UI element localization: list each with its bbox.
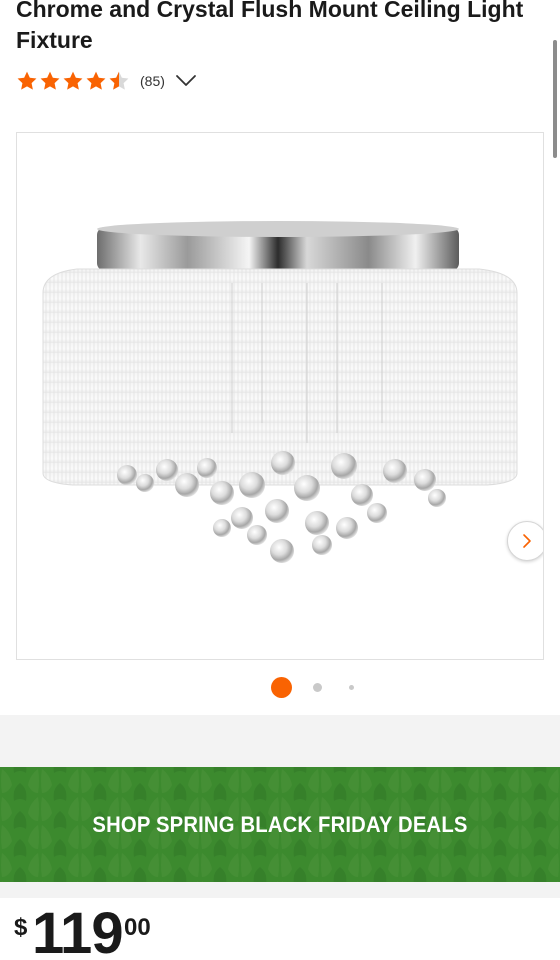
- section-divider: [0, 882, 560, 898]
- star-icon: [86, 71, 106, 90]
- star-icon: [17, 71, 37, 90]
- rating-summary[interactable]: (85): [16, 69, 197, 93]
- review-count[interactable]: (85): [140, 73, 165, 89]
- product-image[interactable]: [17, 133, 544, 660]
- price-cents: 00: [124, 914, 151, 941]
- section-divider: [0, 715, 560, 767]
- pagination-dot[interactable]: [349, 685, 354, 690]
- half-star-icon: [109, 71, 129, 90]
- price-dollars: 119: [32, 901, 124, 960]
- pagination-dot-active[interactable]: [271, 677, 292, 698]
- chevron-right-icon: [523, 534, 531, 548]
- chevron-down-icon[interactable]: [175, 73, 197, 89]
- product-image-gallery[interactable]: [16, 132, 544, 660]
- next-image-button[interactable]: [507, 521, 543, 561]
- star-rating: [16, 70, 131, 92]
- star-icon: [63, 71, 83, 90]
- product-title: Chrome and Crystal Flush Mount Ceiling L…: [16, 0, 524, 53]
- star-icon: [40, 71, 60, 90]
- price-currency: $: [14, 914, 28, 941]
- gallery-pagination: [0, 676, 560, 698]
- promo-banner-label[interactable]: SHOP SPRING BLACK FRIDAY DEALS: [22, 767, 537, 882]
- promo-banner[interactable]: SHOP SPRING BLACK FRIDAY DEALS: [0, 767, 560, 882]
- pagination-dot[interactable]: [313, 683, 322, 692]
- scrollbar[interactable]: [553, 40, 557, 158]
